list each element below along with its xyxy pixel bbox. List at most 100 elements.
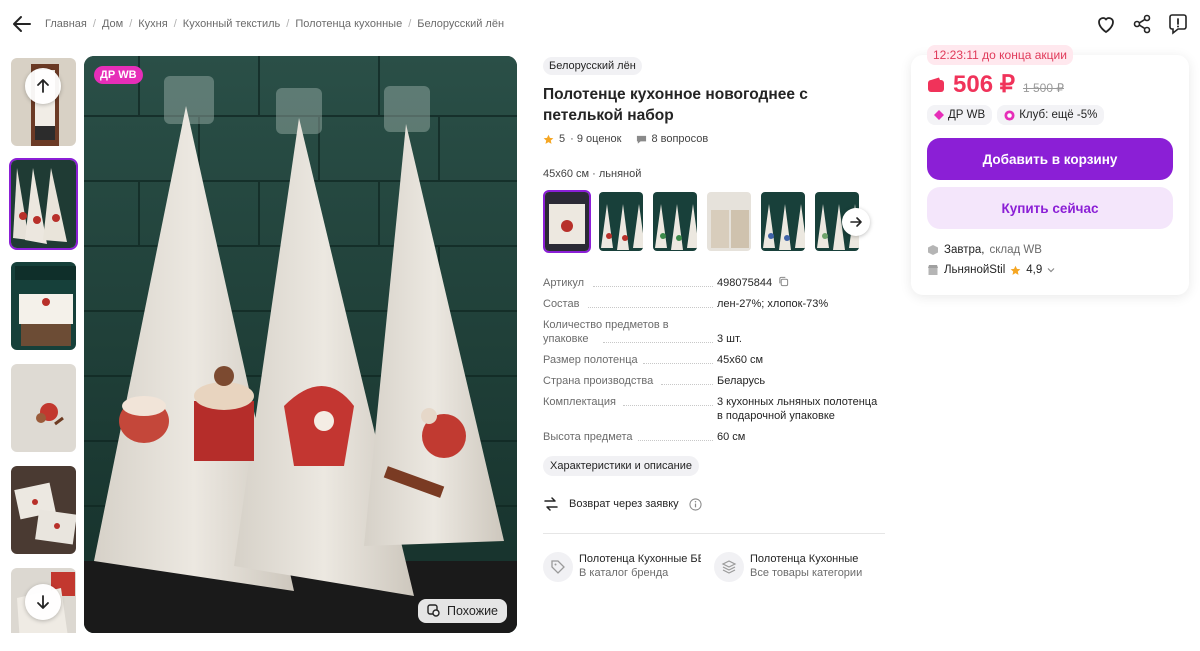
dr-badge-label: ДР WB [948, 109, 986, 121]
variant-list [543, 190, 859, 253]
arrow-right-icon [850, 217, 862, 227]
spec-value: 60 см [717, 431, 746, 443]
thumbnails-down-button[interactable] [25, 584, 61, 620]
shop-icon [928, 265, 938, 275]
share-icon[interactable] [1130, 12, 1154, 36]
category-sub: Все товары категории [750, 567, 863, 579]
stack-icon [714, 552, 744, 582]
buy-now-button[interactable]: Купить сейчас [927, 187, 1173, 229]
brand-catalog-sub: В каталог бренда [579, 567, 669, 579]
old-price: 1 500 ₽ [1022, 81, 1064, 95]
star-icon [543, 134, 554, 144]
price-row: 506 ₽ 1 500 ₽ [927, 70, 1064, 99]
spec-value: Беларусь [717, 375, 766, 387]
current-price: 506 ₽ [953, 71, 1015, 98]
variant-label: 45x60 см · льняной [543, 168, 642, 180]
heart-icon[interactable] [1094, 12, 1118, 36]
chat-icon [637, 135, 647, 144]
spec-name: Состав [543, 298, 583, 310]
variant-3[interactable] [651, 190, 699, 253]
breadcrumb-item-home-goods[interactable]: Дом [102, 18, 123, 30]
add-to-cart-button[interactable]: Добавить в корзину [927, 138, 1173, 180]
arrow-up-icon [37, 79, 49, 93]
variant-4[interactable] [705, 190, 753, 253]
return-arrows-icon [544, 497, 558, 511]
brand-catalog-link[interactable]: Полотенца Кухонные БЕЛОРУССКИЙ ЛЁН В кат… [543, 552, 701, 582]
thumbnail-4[interactable] [9, 362, 78, 454]
wallet-icon [928, 77, 944, 92]
rating-line: 5 · 9 оценок 8 вопросов [543, 133, 708, 145]
main-product-image[interactable]: ДР WB Похожие [84, 56, 517, 633]
delivery-day: Завтра, [944, 244, 985, 256]
spec-name: Комплектация [543, 396, 619, 408]
brand-catalog-title: Полотенца Кухонные БЕЛОРУССКИЙ ЛЁН [579, 553, 701, 565]
characteristics-button[interactable]: Характеристики и описание [543, 456, 699, 476]
club-badge-label: Клуб: ещё -5% [1019, 109, 1098, 121]
specs-table: Артикул 498075844 Состав лен-27%; хлопок… [543, 276, 885, 451]
seller-rating: 4,9 [1026, 264, 1043, 276]
spec-row: Состав лен-27%; хлопок-73% [543, 297, 885, 311]
star-icon [1010, 265, 1021, 275]
product-title: Полотенце кухонное новогоднее с петелько… [543, 86, 808, 124]
towels-photo [84, 56, 517, 633]
thumbnails-up-button[interactable] [25, 68, 61, 104]
questions-link[interactable]: 8 вопросов [636, 133, 708, 145]
questions-count: 8 вопросов [651, 133, 709, 145]
report-icon[interactable] [1166, 12, 1190, 36]
promo-timer: 12:23:11 до конца акции [927, 45, 1073, 65]
breadcrumb-item-kitchen[interactable]: Кухня [138, 18, 167, 30]
arrow-down-icon [37, 595, 49, 609]
spec-value: лен-27%; хлопок-73% [717, 298, 829, 310]
similar-button[interactable]: Похожие [417, 599, 507, 623]
variant-1[interactable] [543, 190, 591, 253]
info-icon[interactable] [689, 497, 702, 511]
divider [543, 533, 885, 534]
spec-value: 45x60 см [717, 354, 764, 366]
thumbnail-list [9, 56, 78, 633]
variant-2[interactable] [597, 190, 645, 253]
thumbnail-3[interactable] [9, 260, 78, 352]
top-actions [1094, 12, 1190, 36]
spec-name: Артикул [543, 277, 588, 289]
breadcrumb: Главная / Дом / Кухня / Кухонный текстиль / … [45, 18, 505, 30]
breadcrumb-item-brand[interactable]: Белорусский лён [417, 18, 504, 30]
club-badge[interactable]: Клуб: ещё -5% [997, 105, 1105, 125]
spec-value: 3 кухонных льняных полотенца в подарочно… [717, 396, 878, 422]
spec-row: Комплектация 3 кухонных льняных полотенц… [543, 395, 885, 423]
breadcrumb-item-textile[interactable]: Кухонный текстиль [183, 18, 280, 30]
delivery-info: Завтра, склад WB [927, 244, 1042, 256]
seller-name: ЛьнянойStil [944, 264, 1006, 276]
promo-badge: ДР WB [94, 66, 143, 84]
rating-value: 5 [559, 133, 566, 145]
similar-icon [427, 604, 440, 617]
spec-name: Страна производства [543, 375, 657, 387]
thumbnail-2[interactable] [9, 158, 78, 250]
spec-row: Количество предметов в упаковке 3 шт. [543, 318, 885, 346]
spec-row: Артикул 498075844 [543, 276, 885, 290]
back-arrow-icon[interactable] [10, 12, 34, 36]
offer-badges: ДР WB Клуб: ещё -5% [927, 105, 1105, 125]
spec-row: Размер полотенца 45x60 см [543, 353, 885, 367]
reviews-count[interactable]: · 9 оценок [570, 133, 621, 145]
dr-badge[interactable]: ДР WB [927, 105, 993, 125]
variant-5[interactable] [759, 190, 807, 253]
breadcrumb-item-towels[interactable]: Полотенца кухонные [295, 18, 402, 30]
box-icon [928, 245, 938, 255]
brand-link[interactable]: Белорусский лён [543, 57, 642, 75]
breadcrumb-item-home[interactable]: Главная [45, 18, 87, 30]
thumbnail-5[interactable] [9, 464, 78, 556]
delivery-warehouse: склад WB [989, 244, 1042, 256]
spec-value: 498075844 [717, 277, 773, 289]
diamond-icon [934, 110, 944, 120]
category-link[interactable]: Полотенца Кухонные Все товары категории [714, 552, 872, 582]
copy-icon[interactable] [778, 276, 789, 287]
variants-next-button[interactable] [842, 208, 870, 236]
chevron-down-icon [1047, 268, 1055, 273]
seller-link[interactable]: ЛьнянойStil 4,9 [927, 264, 1055, 276]
tag-icon [543, 552, 573, 582]
club-icon [1004, 109, 1015, 121]
spec-value: 3 шт. [717, 333, 742, 345]
category-title: Полотенца Кухонные [750, 553, 859, 565]
spec-name: Размер полотенца [543, 354, 641, 366]
spec-name: Высота предмета [543, 431, 636, 443]
